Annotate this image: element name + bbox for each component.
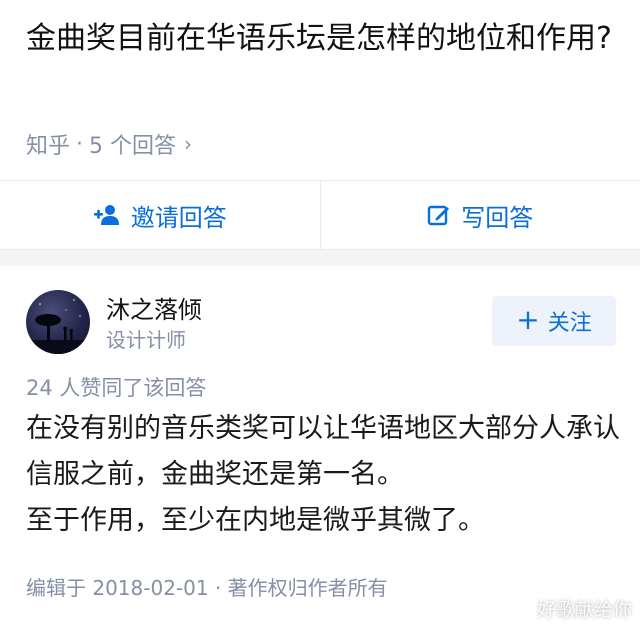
chevron-right-icon: › bbox=[184, 132, 193, 156]
section-divider bbox=[0, 250, 640, 266]
plus-icon: + bbox=[516, 303, 540, 336]
follow-label: 关注 bbox=[547, 311, 592, 336]
write-answer-label: 写回答 bbox=[461, 203, 534, 232]
author-bio: 设计计师 bbox=[106, 328, 186, 352]
answer-body: 在没有别的音乐类奖可以让华语地区大部分人承认信服之前，金曲奖还是第一名。 至于作… bbox=[26, 406, 626, 544]
author-row: 沐之落倾 设计计师 + 关注 bbox=[26, 288, 616, 354]
invite-answer-button[interactable]: 邀请回答 bbox=[0, 181, 320, 249]
invite-answer-label: 邀请回答 bbox=[130, 203, 227, 232]
meta-separator: · bbox=[76, 131, 84, 157]
vote-count: 24 人赞同了该回答 bbox=[26, 376, 207, 400]
source-label: 知乎 bbox=[26, 134, 71, 159]
watermark: 好歌献给你 bbox=[536, 599, 632, 621]
answer-paragraph: 在没有别的音乐类奖可以让华语地区大部分人承认信服之前，金曲奖还是第一名。 bbox=[26, 413, 620, 490]
action-bar: 邀请回答 写回答 bbox=[0, 180, 640, 250]
answer-count: 5 个回答 bbox=[89, 134, 177, 159]
write-answer-button[interactable]: 写回答 bbox=[319, 181, 640, 249]
question-title: 金曲奖目前在华语乐坛是怎样的地位和作用? bbox=[26, 21, 612, 56]
follow-button[interactable]: + 关注 bbox=[492, 296, 616, 346]
edit-icon bbox=[427, 203, 451, 227]
edit-meta: 编辑于 2018-02-01 · 著作权归作者所有 bbox=[26, 576, 388, 600]
author-name[interactable]: 沐之落倾 bbox=[106, 290, 202, 325]
answer-paragraph: 至于作用，至少在内地是微乎其微了。 bbox=[26, 505, 485, 536]
avatar[interactable] bbox=[26, 290, 90, 354]
question-meta[interactable]: 知乎 · 5 个回答 › bbox=[26, 128, 192, 160]
add-person-icon bbox=[93, 203, 121, 227]
